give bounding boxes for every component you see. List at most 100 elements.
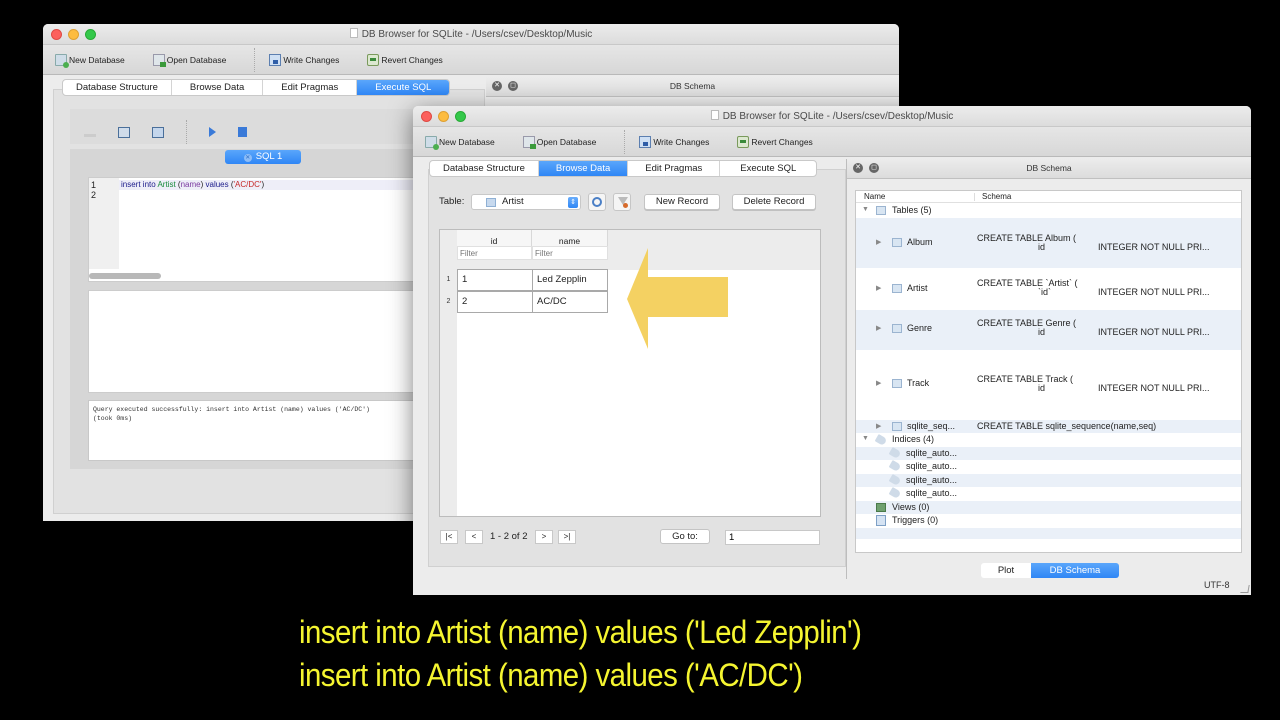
filter-id-input[interactable] [457, 246, 532, 260]
open-database-button[interactable]: Open Database [522, 135, 596, 149]
tab-edit-pragmas[interactable]: Edit Pragmas [628, 161, 721, 176]
resize-grip-icon[interactable] [1240, 585, 1250, 593]
close-tab-icon[interactable]: ✕ [243, 154, 252, 162]
message-timing: (took 0ms) [93, 415, 133, 422]
tab-database-structure[interactable]: Database Structure [430, 161, 539, 176]
table-cell-name[interactable]: Led Zepplin [532, 269, 608, 291]
revert-changes-icon [737, 135, 750, 148]
tab-edit-pragmas[interactable]: Edit Pragmas [263, 80, 358, 95]
clear-filters-button[interactable] [613, 193, 631, 211]
tree-row-index[interactable]: sqlite_auto... [856, 460, 1241, 474]
collapsed-triangle-icon[interactable]: ▶ [876, 379, 881, 387]
expanded-triangle-icon[interactable]: ▼ [862, 206, 869, 213]
view-icon [876, 503, 886, 512]
document-icon [349, 28, 358, 38]
next-page-button[interactable]: > [535, 530, 553, 544]
sql-editor[interactable]: 1 2 insert into Artist (name) values ('A… [88, 177, 468, 282]
filter-name-input[interactable] [532, 246, 608, 260]
execute-line-icon[interactable] [238, 127, 247, 137]
new-database-icon [55, 53, 69, 68]
tree-row-views[interactable]: Views (0) [856, 501, 1241, 514]
expanded-triangle-icon[interactable]: ▼ [862, 435, 869, 442]
table-cell-id[interactable]: 1 [457, 269, 533, 291]
last-page-button[interactable]: >| [558, 530, 576, 544]
revert-changes-label: Revert Changes [381, 54, 443, 65]
revert-changes-button[interactable]: Revert Changes [367, 53, 443, 66]
tree-row-table[interactable]: ▶ Track CREATE TABLE Track ( id INTEGER … [856, 350, 1241, 420]
table-icon [892, 284, 902, 293]
tab-browse-data[interactable]: Browse Data [172, 80, 264, 95]
open-tab-icon[interactable] [84, 133, 96, 137]
column-header-name[interactable]: Name [864, 192, 885, 201]
collapsed-triangle-icon[interactable]: ▶ [876, 422, 881, 430]
tab-db-schema[interactable]: DB Schema [1031, 563, 1119, 578]
prev-page-button[interactable]: < [465, 530, 483, 544]
chevron-updown-icon: ⇕ [568, 197, 578, 208]
write-changes-icon [269, 53, 282, 66]
row-number[interactable]: 1 [440, 269, 457, 291]
write-changes-button[interactable]: Write Changes [639, 135, 709, 148]
table-cell-id[interactable]: 2 [457, 291, 533, 313]
tree-row-indices[interactable]: ▼ Indices (4) [856, 433, 1241, 447]
schema-text: `id` [1038, 287, 1051, 297]
refresh-button[interactable] [588, 193, 606, 211]
trigger-icon [876, 515, 886, 526]
line-number: 2 [91, 190, 97, 200]
table-select[interactable]: Artist ⇕ [471, 194, 581, 210]
open-database-button[interactable]: Open Database [152, 53, 226, 67]
table-icon [892, 238, 902, 247]
tree-row-index[interactable]: sqlite_auto... [856, 487, 1241, 501]
write-changes-button[interactable]: Write Changes [269, 53, 339, 66]
new-record-button[interactable]: New Record [644, 194, 720, 210]
new-database-button[interactable]: New Database [425, 135, 495, 150]
main-toolbar: New Database Open Database Write Changes… [43, 45, 899, 75]
new-database-label: New Database [69, 54, 125, 65]
tab-database-structure[interactable]: Database Structure [63, 80, 172, 95]
save-as-icon[interactable] [152, 126, 164, 138]
tree-label: Artist [907, 283, 928, 293]
tree-label: sqlite_seq... [907, 421, 956, 431]
delete-record-button[interactable]: Delete Record [732, 194, 816, 210]
tree-row-index[interactable]: sqlite_auto... [856, 447, 1241, 460]
horizontal-scrollbar[interactable] [89, 273, 161, 279]
caption-line-1: insert into Artist (name) values ('Led Z… [299, 614, 862, 650]
goto-button[interactable]: Go to: [660, 529, 710, 544]
revert-changes-button[interactable]: Revert Changes [737, 135, 813, 148]
execute-all-icon[interactable] [209, 127, 216, 137]
tab-execute-sql[interactable]: Execute SQL [357, 80, 450, 95]
table-icon [892, 422, 902, 431]
tree-row-tables[interactable]: ▼ Tables (5) [856, 204, 1241, 218]
goto-input[interactable] [725, 530, 820, 545]
table-cell-name[interactable]: AC/DC [532, 291, 608, 313]
tree-row-table[interactable]: ▶ Album CREATE TABLE Album ( id INTEGER … [856, 218, 1241, 268]
tree-row-index[interactable]: sqlite_auto... [856, 474, 1241, 487]
tab-plot[interactable]: Plot [981, 563, 1031, 578]
document-icon [710, 110, 719, 120]
save-sql-icon[interactable] [118, 126, 130, 138]
sql-tab-1[interactable]: ✕ SQL 1 [225, 150, 301, 164]
schema-text: id [1038, 327, 1046, 337]
tree-label: Track [907, 378, 930, 388]
tree-row-table[interactable]: ▶ sqlite_seq... CREATE TABLE sqlite_sequ… [856, 420, 1241, 433]
first-page-button[interactable]: |< [440, 530, 458, 544]
open-database-icon [152, 53, 166, 67]
sql-string: 'AC/DC' [233, 180, 262, 189]
tree-row-table[interactable]: ▶ Artist CREATE TABLE `Artist` ( `id` IN… [856, 268, 1241, 310]
sql-table-name: Artist [157, 180, 176, 189]
collapsed-triangle-icon[interactable]: ▶ [876, 284, 881, 292]
table-icon [486, 198, 496, 207]
collapsed-triangle-icon[interactable]: ▶ [876, 238, 881, 246]
tab-browse-data[interactable]: Browse Data [538, 161, 629, 176]
message-pane: Query executed successfully: insert into… [88, 400, 468, 461]
collapsed-triangle-icon[interactable]: ▶ [876, 324, 881, 332]
tree-label: Triggers (0) [892, 515, 939, 525]
row-number[interactable]: 2 [440, 291, 457, 313]
tree-row-triggers[interactable]: Triggers (0) [856, 514, 1241, 528]
schema-type: INTEGER NOT NULL PRI... [1098, 242, 1210, 252]
tab-execute-sql[interactable]: Execute SQL [720, 161, 816, 176]
tree-row-table[interactable]: ▶ Genre CREATE TABLE Genre ( id INTEGER … [856, 310, 1241, 350]
new-database-button[interactable]: New Database [55, 53, 125, 68]
schema-tree-header: Name Schema [856, 191, 1241, 203]
dock-splitter[interactable] [846, 159, 847, 579]
column-header-schema[interactable]: Schema [982, 192, 1011, 201]
